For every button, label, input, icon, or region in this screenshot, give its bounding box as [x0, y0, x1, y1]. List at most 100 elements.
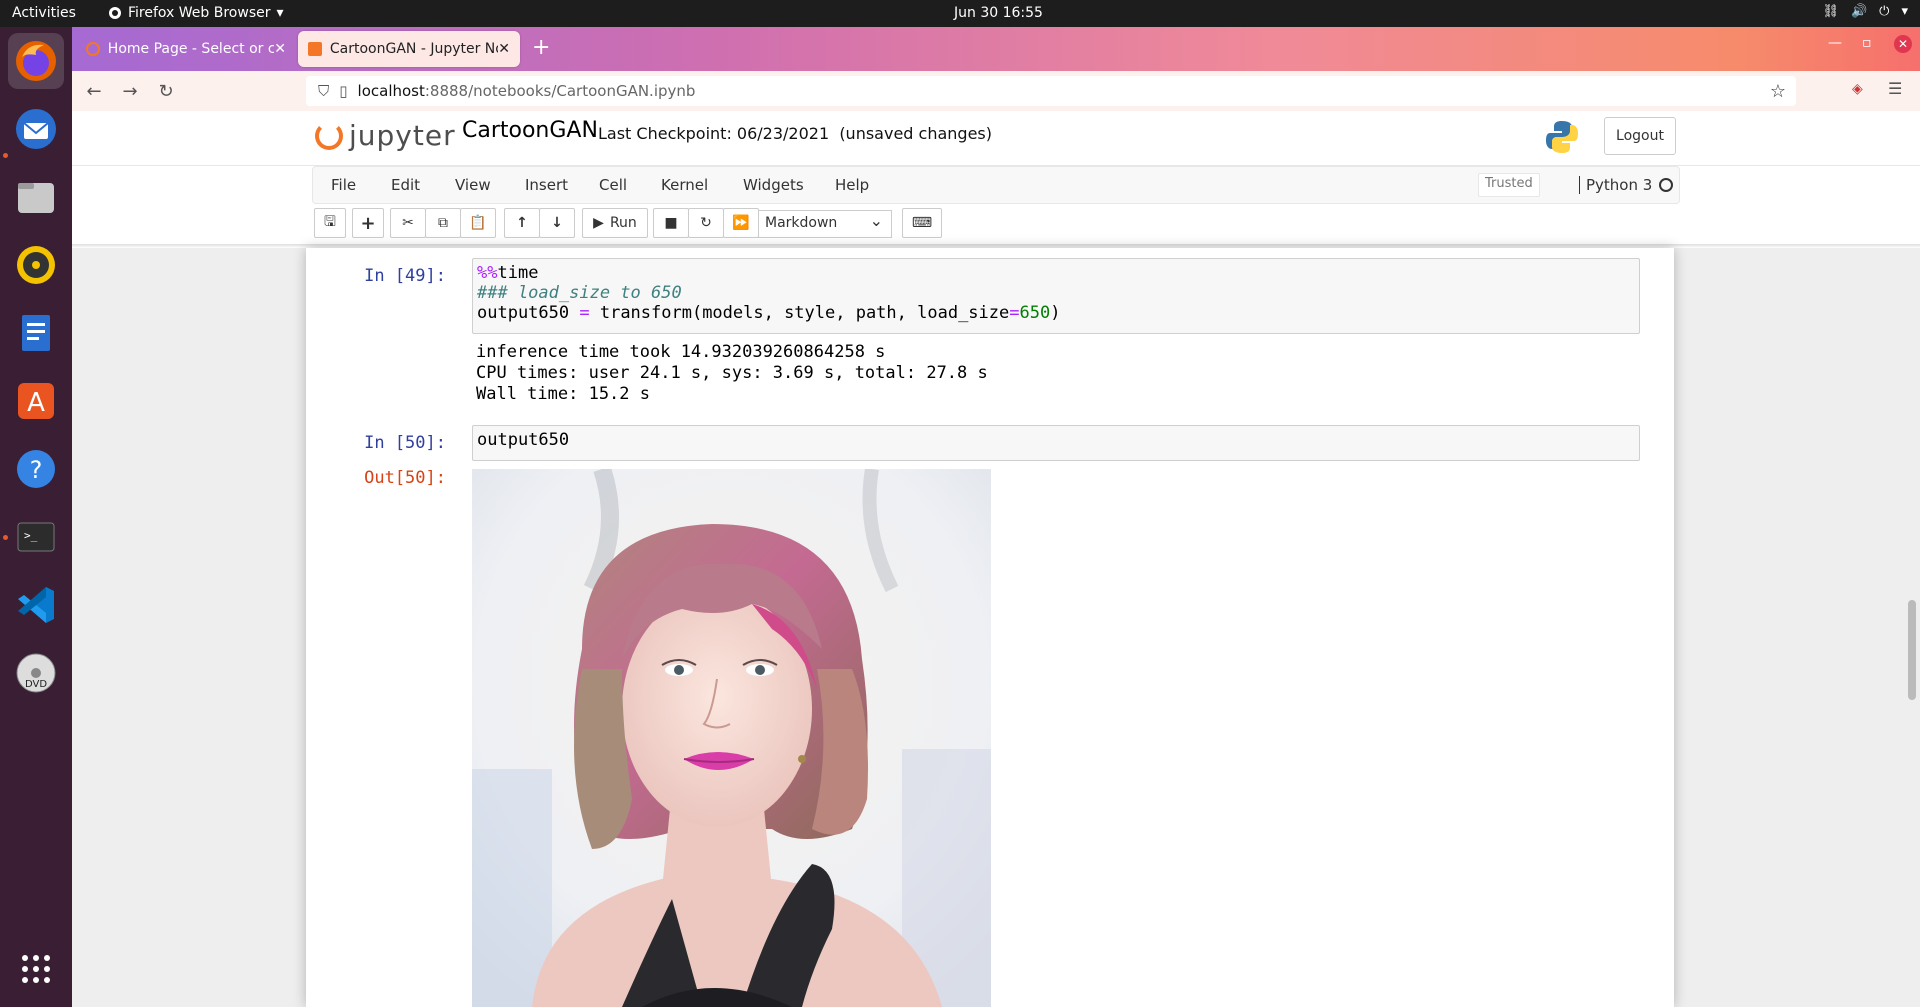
interrupt-button[interactable]: ■ — [653, 208, 689, 238]
checkpoint-status: Last Checkpoint: 06/23/2021 (unsaved cha… — [598, 124, 992, 143]
back-icon[interactable]: ← — [80, 81, 108, 102]
svg-text:?: ? — [30, 456, 43, 484]
notebook-menubar: File Edit View Insert Cell Kernel Widget… — [312, 166, 1680, 204]
menu-widgets[interactable]: Widgets — [743, 176, 804, 194]
volume-icon: 🔊 — [1850, 4, 1868, 19]
app-menu[interactable]: Firefox Web Browser ▾ — [108, 5, 284, 21]
cut-button[interactable]: ✂ — [390, 208, 426, 238]
url-host: localhost — [357, 82, 425, 100]
jupyter-logo-icon — [315, 121, 343, 150]
code-token: transform(models, style, path, load_size — [589, 303, 1010, 323]
cell-output-text: inference time took 14.932039260864258 s… — [476, 342, 988, 404]
notebook-area[interactable]: In [49]: %%time ### load_size to 650 out… — [72, 248, 1920, 1007]
forward-icon[interactable]: → — [116, 81, 144, 102]
arrow-up-icon: ↑ — [516, 215, 528, 231]
keyboard-icon: ⌨ — [911, 215, 933, 231]
close-window-icon[interactable]: ✕ — [1894, 35, 1912, 53]
firefox-small-icon — [109, 7, 121, 19]
rhythmbox-icon[interactable] — [8, 237, 64, 293]
arrow-down-icon: ↓ — [551, 215, 563, 231]
move-up-button[interactable]: ↑ — [504, 208, 540, 238]
notebook-favicon-icon — [308, 42, 322, 56]
firefox-icon[interactable] — [8, 33, 64, 89]
notebook-name[interactable]: CartoonGAN — [462, 118, 598, 143]
code-operator: = — [1009, 303, 1020, 323]
plus-icon: + — [360, 212, 376, 234]
reload-icon[interactable]: ↻ — [152, 81, 180, 102]
copy-icon: ⧉ — [438, 215, 448, 231]
minimize-icon[interactable]: — — [1828, 35, 1842, 51]
magic-prefix: %% — [477, 263, 498, 283]
activities-button[interactable]: Activities — [12, 5, 76, 21]
jupyter-logo[interactable]: jupyter — [315, 119, 456, 152]
menu-edit[interactable]: Edit — [391, 176, 420, 194]
hamburger-menu-icon[interactable]: ☰ — [1888, 79, 1902, 98]
svg-text:A: A — [27, 388, 45, 418]
thunderbird-icon[interactable] — [8, 101, 64, 157]
dvd-icon[interactable]: DVD — [8, 645, 64, 701]
run-button[interactable]: ▶ Run — [582, 208, 648, 238]
menu-file[interactable]: File — [331, 176, 356, 194]
menu-view[interactable]: View — [455, 176, 491, 194]
copy-button[interactable]: ⧉ — [425, 208, 461, 238]
dock: A ? >_ DVD — [0, 27, 72, 1007]
stop-icon: ■ — [664, 215, 678, 231]
terminal-icon[interactable]: >_ — [8, 509, 64, 565]
clock[interactable]: Jun 30 16:55 — [954, 5, 1043, 21]
help-icon[interactable]: ? — [8, 441, 64, 497]
bookmark-star-icon[interactable]: ☆ — [1770, 81, 1786, 102]
code-token: ) — [1050, 303, 1061, 323]
jupyter-header: jupyter CartoonGAN Last Checkpoint: 06/2… — [72, 111, 1920, 166]
restart-button[interactable]: ↻ — [688, 208, 724, 238]
close-icon[interactable]: ✕ — [274, 41, 286, 57]
code-cell-input[interactable]: %%time ### load_size to 650 output650 = … — [472, 258, 1640, 334]
maximize-icon[interactable]: ▫ — [1862, 35, 1872, 51]
code-token: output650 — [477, 303, 580, 323]
close-icon[interactable]: ✕ — [498, 41, 510, 57]
tab-home-page[interactable]: Home Page - Select or cre ✕ — [76, 31, 296, 67]
page-scrollbar[interactable] — [1908, 600, 1916, 700]
input-prompt: In [50]: — [364, 433, 446, 453]
python-logo-icon — [1546, 121, 1578, 153]
save-button[interactable]: 🖫 — [314, 208, 346, 238]
code-line: %%time — [477, 263, 1635, 283]
code-operator: = — [579, 303, 590, 323]
paste-button[interactable]: 📋 — [460, 208, 496, 238]
apps-grid-icon[interactable] — [8, 941, 64, 997]
portrait-illustration — [472, 469, 991, 1007]
menu-insert[interactable]: Insert — [525, 176, 568, 194]
restart-run-all-button[interactable]: ⏩ — [723, 208, 759, 238]
browser-nav-bar: ← → ↻ ⛉ ▯ localhost:8888/notebooks/Carto… — [72, 71, 1920, 111]
trusted-badge[interactable]: Trusted — [1478, 173, 1540, 197]
menu-cell[interactable]: Cell — [599, 176, 627, 194]
new-tab-button[interactable]: + — [532, 35, 550, 60]
chevron-down-icon: ▾ — [276, 5, 284, 21]
logout-button[interactable]: Logout — [1604, 117, 1676, 155]
kernel-name: Python 3 — [1579, 176, 1652, 194]
shield-icon[interactable]: ⛉ — [318, 82, 329, 100]
insert-cell-button[interactable]: + — [352, 208, 384, 238]
menu-kernel[interactable]: Kernel — [661, 176, 708, 194]
system-top-bar: Activities Firefox Web Browser ▾ Jun 30 … — [0, 0, 1920, 27]
code-line: output650 — [477, 430, 570, 450]
writer-icon[interactable] — [8, 305, 64, 361]
url-bar[interactable]: ⛉ ▯ localhost:8888/notebooks/CartoonGAN.… — [306, 76, 1796, 106]
code-cell-input[interactable]: output650 — [472, 425, 1640, 461]
tab-cartoongan[interactable]: CartoonGAN - Jupyter No ✕ — [298, 31, 520, 67]
magic-name: time — [497, 263, 539, 283]
files-icon[interactable] — [8, 169, 64, 225]
move-down-button[interactable]: ↓ — [539, 208, 575, 238]
cell-type-select[interactable]: Markdown — [758, 210, 892, 238]
checkpoint-text: Last Checkpoint: 06/23/2021 — [598, 124, 830, 143]
page-icon[interactable]: ▯ — [339, 82, 347, 100]
input-prompt: In [49]: — [364, 266, 446, 286]
code-comment: ### load_size to 650 — [477, 283, 682, 303]
menu-help[interactable]: Help — [835, 176, 869, 194]
code-line: output650 = transform(models, style, pat… — [477, 303, 1635, 323]
vscode-icon[interactable] — [8, 577, 64, 633]
system-tray[interactable]: ⛓ 🔊 ⏻ ▾ — [1822, 4, 1908, 19]
command-palette-button[interactable]: ⌨ — [902, 208, 942, 238]
pocket-icon[interactable]: ◈ — [1852, 81, 1863, 97]
play-icon: ▶ — [593, 215, 604, 231]
software-icon[interactable]: A — [8, 373, 64, 429]
